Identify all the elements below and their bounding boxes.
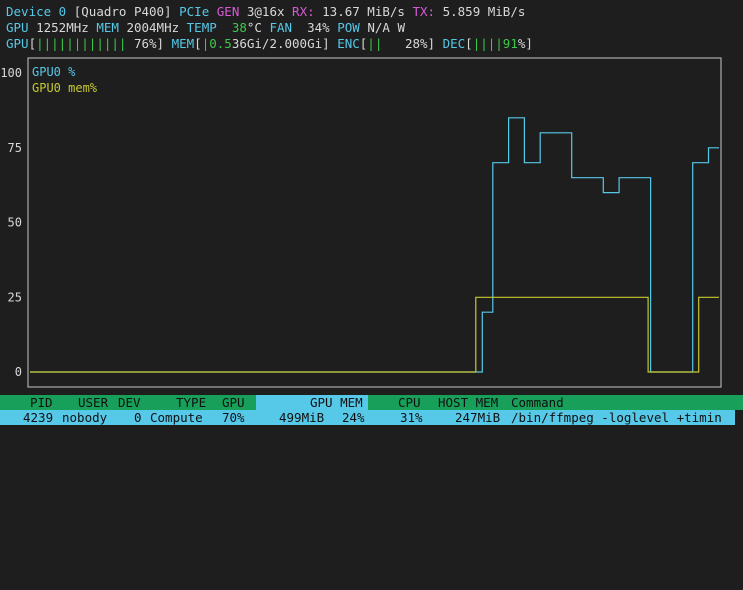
col-dev[interactable]: DEV xyxy=(118,395,141,410)
gpu-clock-value: 1252MHz xyxy=(36,20,89,35)
row-cpu: 31% xyxy=(400,410,423,425)
mem-util-value: 36Gi/2.000Gi xyxy=(231,36,323,51)
gpu-clock-label: GPU xyxy=(6,20,29,35)
row-dev: 0 xyxy=(134,410,142,425)
clock-info-line: GPU 1252MHz MEM 2004MHz TEMP 38°C FAN 34… xyxy=(6,20,405,36)
gen-value: 3@16x xyxy=(246,4,285,19)
mem-util-value-hl: 0.5 xyxy=(209,36,232,51)
pcie-label: PCIe xyxy=(179,4,210,19)
gpu-usage-chart: 100 75 50 25 0 GPU0 % GPU0 mem% xyxy=(0,57,722,388)
gpu-name: [Quadro P400] xyxy=(73,4,172,19)
series-line-gpu-mem-pct xyxy=(30,296,719,373)
rx-value: 13.67 MiB/s xyxy=(322,4,405,19)
device-info-line: Device 0 [Quadro P400] PCIe GEN 3@16x RX… xyxy=(6,4,525,20)
process-table-header: PID USER DEV TYPE GPU GPU MEM CPU HOST M… xyxy=(0,395,743,410)
temp-value: 38 xyxy=(231,20,247,35)
fan-value: 34% xyxy=(307,20,330,35)
mem-clock-value: 2004MHz xyxy=(126,20,180,35)
enc-bar: || xyxy=(367,36,383,51)
col-host-mem[interactable]: HOST MEM xyxy=(438,395,498,410)
col-pid[interactable]: PID xyxy=(30,395,53,410)
mem-clock-label: MEM xyxy=(96,20,119,35)
enc-pct: 28% xyxy=(404,36,428,51)
rx-label: RX: xyxy=(292,4,315,19)
y-tick-label: 75 xyxy=(8,141,22,155)
row-pid: 4239 xyxy=(23,410,54,425)
row-host-mem: 247MiB xyxy=(455,410,501,425)
pow-label: POW xyxy=(337,20,360,35)
legend-gpu-pct: GPU0 % xyxy=(32,65,76,79)
utilization-line: GPU[|||||||||||| 76%] MEM[|0.536Gi/2.000… xyxy=(6,36,533,51)
y-axis-ticks: 100 75 50 25 0 xyxy=(0,66,22,379)
chart-frame xyxy=(27,57,722,388)
row-gpu: 70% xyxy=(222,410,245,425)
gpu-util-label: GPU xyxy=(6,36,29,51)
y-tick-label: 25 xyxy=(8,290,22,304)
device-label: Device 0 xyxy=(6,4,67,19)
col-user[interactable]: USER xyxy=(78,395,108,410)
col-cpu[interactable]: CPU xyxy=(398,395,421,410)
col-gpu[interactable]: GPU xyxy=(222,395,245,410)
gpu-util-pct: 76% xyxy=(133,36,157,51)
table-row[interactable]: 4239 nobody 0 Compute 70% 499MiB 24% 31%… xyxy=(0,410,735,425)
dec-value-hl: 91 xyxy=(502,36,518,51)
row-user: nobody xyxy=(62,410,108,425)
y-tick-label: 0 xyxy=(15,365,22,379)
row-gpu-mem-pct: 24% xyxy=(342,410,365,425)
series-line-gpu-pct xyxy=(30,117,719,373)
tx-value: 5.859 MiB/s xyxy=(442,4,526,19)
mem-util-label: MEM xyxy=(171,36,195,51)
row-command: /bin/ffmpeg -loglevel +timin xyxy=(511,410,722,425)
temp-unit: °C xyxy=(246,20,262,35)
y-tick-label: 100 xyxy=(0,66,22,80)
fan-label: FAN xyxy=(269,20,293,35)
tx-label: TX: xyxy=(412,4,436,19)
row-type: Compute xyxy=(150,410,203,425)
dec-bar: |||| xyxy=(472,36,503,51)
chart-series xyxy=(30,117,719,373)
gpu-util-bar: |||||||||||| xyxy=(36,36,127,51)
y-tick-label: 50 xyxy=(8,216,22,230)
temp-label: TEMP xyxy=(186,20,217,35)
col-command[interactable]: Command xyxy=(511,395,564,410)
dec-label: DEC xyxy=(442,36,466,51)
row-gpu-mem-used: 499MiB xyxy=(279,410,325,425)
enc-label: ENC xyxy=(337,36,360,51)
gen-label: GEN xyxy=(216,4,240,19)
col-gpu-mem[interactable]: GPU MEM xyxy=(310,395,363,410)
pow-value: N/A W xyxy=(367,20,405,35)
legend-gpu-mem-pct: GPU0 mem% xyxy=(32,81,98,95)
col-type[interactable]: TYPE xyxy=(176,395,206,410)
